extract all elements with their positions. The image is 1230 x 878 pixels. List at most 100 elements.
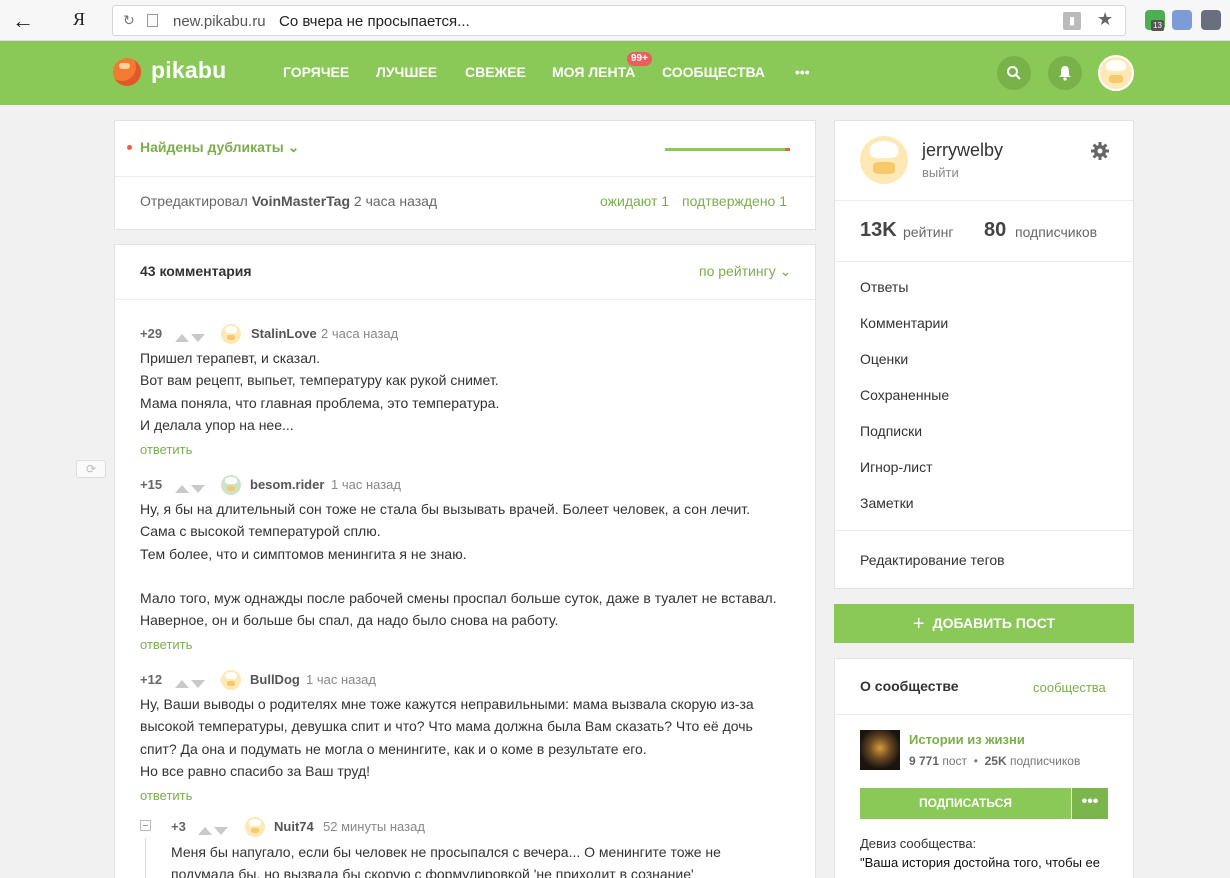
community-name[interactable]: Истории из жизни	[909, 732, 1025, 747]
nav-fresh[interactable]: СВЕЖЕЕ	[465, 64, 526, 80]
upvote-icon[interactable]	[175, 485, 189, 493]
gear-icon[interactable]	[1091, 142, 1109, 160]
shield-extension-icon[interactable]: 13	[1145, 10, 1165, 31]
menu-edit-tags[interactable]: Редактирование тегов	[860, 552, 1005, 568]
community-stats: 9 771 пост • 25K подписчиков	[909, 754, 1081, 768]
menu-ignore-list[interactable]: Игнор-лист	[860, 459, 933, 475]
comment-author[interactable]: Nuit74	[274, 819, 314, 834]
browser-toolbar: ← Я ↻ new.pikabu.ru Со вчера не просыпае…	[0, 0, 1230, 41]
menu-ratings[interactable]: Оценки	[860, 351, 908, 367]
edit-info: Отредактировал VoinMasterTag 2 часа наза…	[140, 193, 437, 209]
communities-link[interactable]: сообщества	[1033, 680, 1106, 695]
editor-name[interactable]: VoinMasterTag	[252, 193, 350, 209]
comment-line: Меня бы напугало, если бы человек не про…	[171, 844, 721, 860]
comment-time: 1 час назад	[306, 672, 376, 687]
address-bar[interactable]: ↻ new.pikabu.ru Со вчера не просыпается.…	[112, 5, 1126, 36]
comment-header: +3 Nuit74 52 минуты назад	[171, 817, 791, 837]
divider	[835, 530, 1133, 531]
duplicates-toggle[interactable]: Найдены дубликаты ⌄	[140, 139, 299, 156]
nav-hot[interactable]: ГОРЯЧЕЕ	[283, 64, 349, 80]
comment-rating: +12	[140, 672, 163, 687]
nav-my-feed[interactable]: МОЯ ЛЕНТА	[552, 64, 635, 80]
upvote-icon[interactable]	[175, 334, 189, 342]
security-extension-icon[interactable]	[1201, 10, 1221, 30]
pikabu-logo-icon[interactable]	[113, 58, 141, 86]
lock-icon[interactable]: ▮	[1063, 12, 1081, 30]
commenter-avatar[interactable]	[221, 475, 241, 495]
post-meta-card	[114, 120, 816, 230]
comment-author[interactable]: StalinLove	[251, 326, 317, 341]
reply-link[interactable]: ответить	[140, 442, 192, 457]
menu-subscriptions[interactable]: Подписки	[860, 423, 922, 439]
upvote-icon[interactable]	[198, 827, 212, 835]
community-image[interactable]	[860, 730, 900, 770]
comment-header: +12 BullDog 1 час назад	[140, 670, 800, 690]
comment-body: Ну, Ваши выводы о родителях мне тоже каж…	[140, 693, 754, 782]
community-subs-count: 25K	[984, 754, 1007, 768]
pikabu-logo-text[interactable]: pikabu	[151, 57, 226, 84]
mail-extension-icon[interactable]	[1172, 10, 1192, 30]
downvote-icon[interactable]	[214, 827, 228, 835]
comment-line: Наверное, он и больше бы спал, да надо б…	[140, 612, 559, 629]
community-subs-label: подписчиков	[1009, 754, 1081, 768]
edit-prefix: Отредактировал	[140, 193, 248, 209]
comment-author[interactable]: besom.rider	[250, 477, 324, 492]
reload-icon[interactable]: ↻	[123, 12, 135, 29]
rating-label: рейтинг	[903, 224, 954, 240]
duplicate-indicator-dot	[127, 145, 132, 150]
downvote-icon[interactable]	[191, 485, 205, 493]
downvote-icon[interactable]	[191, 334, 205, 342]
motto-label: Девиз сообщества:	[860, 836, 977, 851]
back-arrow-icon[interactable]: ←	[12, 8, 34, 34]
plus-icon: +	[912, 613, 925, 635]
sort-dropdown[interactable]: по рейтингу ⌄	[699, 263, 791, 280]
header-avatar[interactable]	[1098, 55, 1134, 91]
comment-line: Мало того, муж однажды после рабочей сме…	[140, 589, 777, 606]
bookmark-star-icon[interactable]: ★	[1097, 9, 1113, 30]
avatar-face-icon	[1100, 57, 1132, 89]
add-post-button[interactable]: + ДОБАВИТЬ ПОСТ	[834, 604, 1134, 643]
confirmed-link[interactable]: подтверждено 1	[682, 193, 787, 209]
duplicates-progress	[665, 148, 785, 151]
subscribe-button[interactable]: ПОДПИСАТЬСЯ	[860, 788, 1071, 819]
commenter-avatar[interactable]	[221, 670, 241, 690]
reply-link[interactable]: ответить	[140, 788, 192, 803]
divider	[835, 200, 1133, 201]
profile-username[interactable]: jerrywelby	[922, 140, 1003, 161]
comment-author[interactable]: BullDog	[250, 672, 300, 687]
logout-link[interactable]: выйти	[922, 165, 959, 180]
commenter-avatar[interactable]	[245, 817, 265, 837]
upvote-icon[interactable]	[175, 680, 189, 688]
comment-time: 2 часа назад	[321, 326, 399, 341]
commenter-avatar[interactable]	[221, 324, 241, 344]
awaiting-link[interactable]: ожидают 1	[600, 193, 669, 209]
comment-line: Но все равно спасибо за Ваш труд!	[140, 762, 371, 779]
nav-communities[interactable]: СООБЩЕСТВА	[662, 64, 765, 80]
nav-more[interactable]: •••	[795, 64, 810, 80]
menu-answers[interactable]: Ответы	[860, 279, 908, 295]
vote-arrows	[175, 481, 207, 493]
nav-best[interactable]: ЛУЧШЕЕ	[376, 64, 437, 80]
community-card-title: О сообществе	[860, 678, 959, 694]
more-options-button[interactable]: •••	[1072, 788, 1108, 819]
divider	[115, 299, 815, 300]
subscribers-value: 80	[984, 219, 1007, 241]
edit-time: 2 часа назад	[353, 193, 438, 209]
comment-line: Мама поняла, что главная проблема, это т…	[140, 394, 500, 411]
vote-arrows	[198, 823, 230, 835]
refresh-comments-button[interactable]: ⟳	[76, 460, 106, 478]
collapse-thread-button[interactable]	[140, 820, 151, 831]
profile-avatar[interactable]	[860, 136, 908, 184]
downvote-icon[interactable]	[191, 680, 205, 688]
comment-body: Пришел терапевт, и сказал. Вот вам рецеп…	[140, 347, 499, 436]
search-button[interactable]	[997, 56, 1031, 90]
reply-link[interactable]: ответить	[140, 637, 192, 652]
feed-count-badge: 99+	[627, 52, 652, 66]
menu-notes[interactable]: Заметки	[860, 495, 914, 511]
yandex-logo[interactable]: Я	[73, 9, 85, 30]
notifications-button[interactable]	[1048, 56, 1082, 90]
menu-comments[interactable]: Комментарии	[860, 315, 948, 331]
page-icon	[147, 14, 158, 27]
comment-header: +29 StalinLove 2 часа назад	[140, 324, 800, 344]
menu-saved[interactable]: Сохраненные	[860, 387, 949, 403]
